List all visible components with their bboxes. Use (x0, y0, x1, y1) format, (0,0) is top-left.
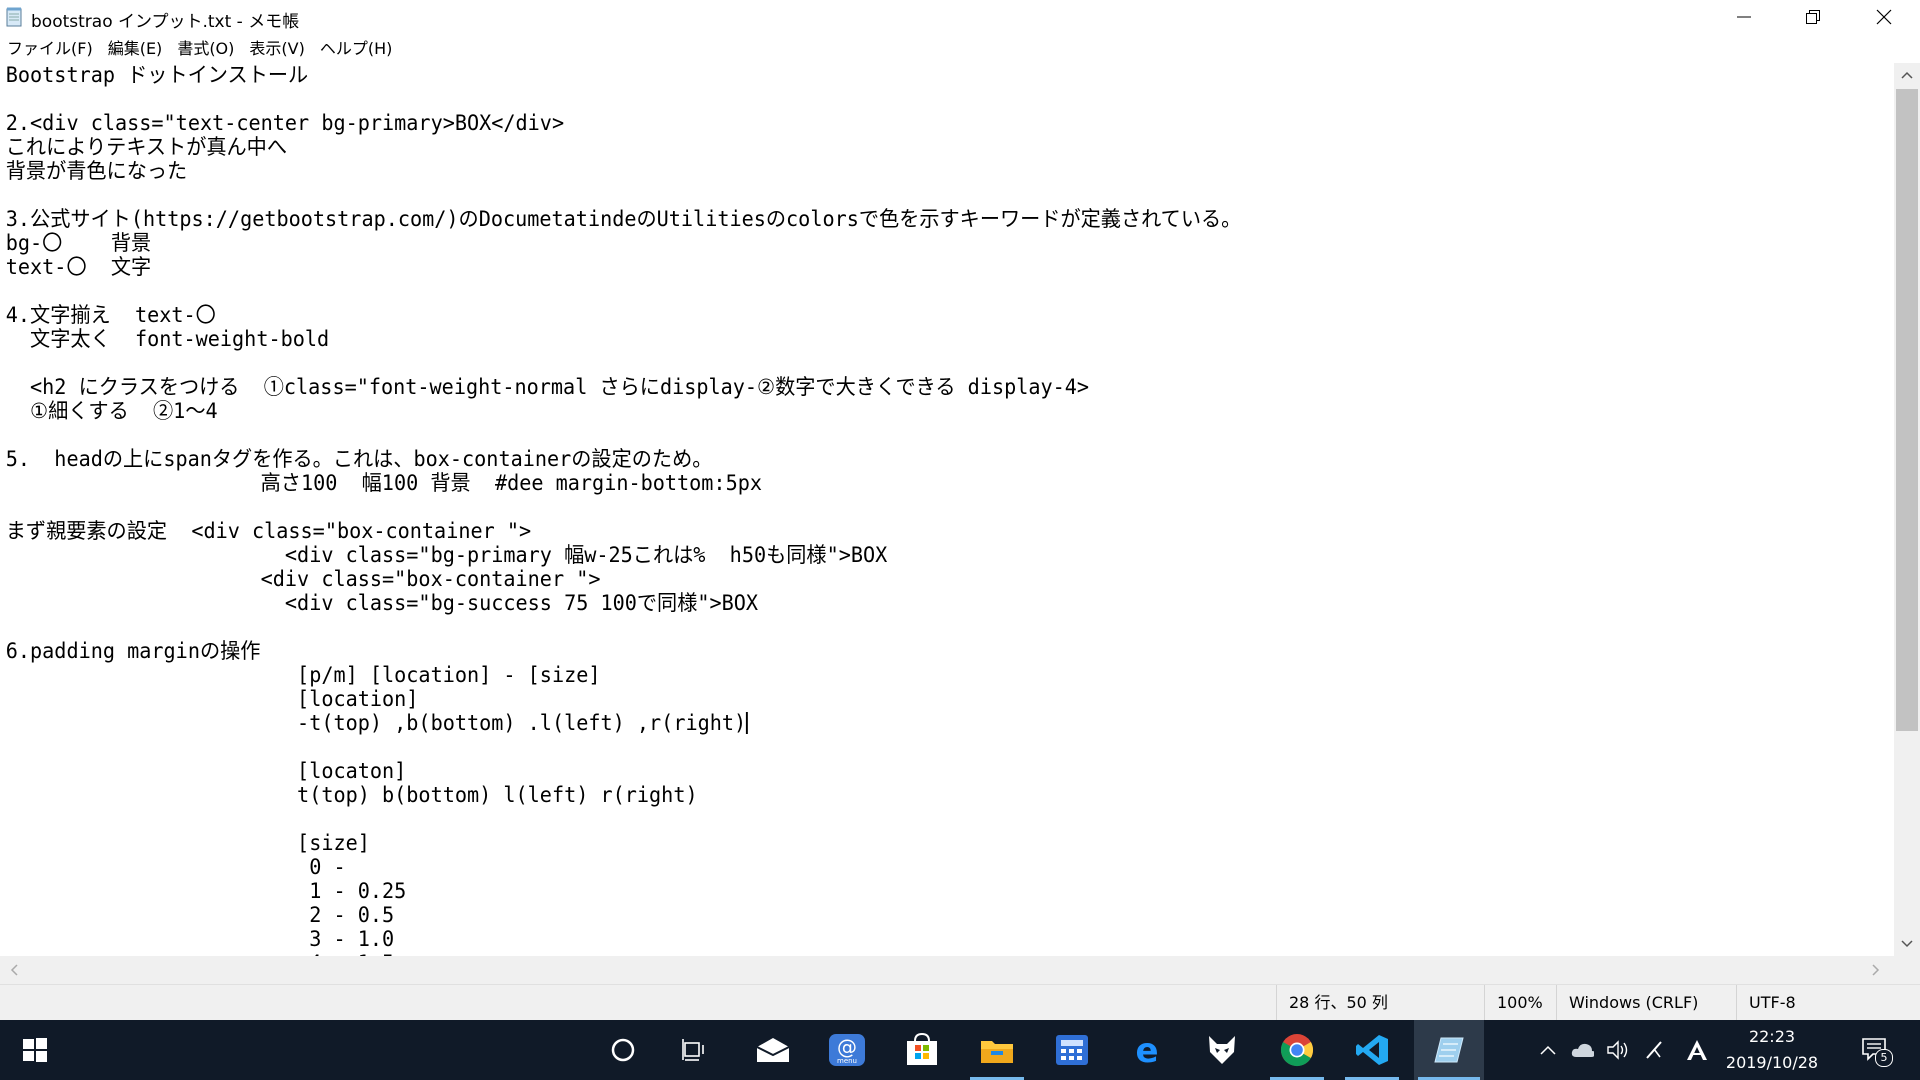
editor-line: ①細くする ②1～4 (5, 399, 218, 423)
minimize-button[interactable] (1709, 0, 1779, 34)
editor-line: -t(top) ,b(bottom) .l(left) ,r(right) (5, 711, 747, 735)
menu-help[interactable]: ヘルプ(H) (313, 36, 401, 62)
store-app[interactable] (891, 1020, 953, 1080)
editor-line: 2 - 0.5 (5, 903, 395, 927)
vertical-scroll-thumb[interactable] (1896, 89, 1918, 731)
vscode-app[interactable] (1341, 1020, 1403, 1080)
chrome-app[interactable] (1266, 1020, 1328, 1080)
editor-line: 3 - 1.0 (5, 927, 395, 951)
editor-line: <div class="bg-success 75 100で同様">BOX (5, 591, 759, 615)
chevron-up-icon[interactable] (1536, 1038, 1560, 1062)
scroll-left-icon[interactable] (2, 956, 26, 984)
mail-icon (756, 1038, 790, 1062)
zoom-level: 100% (1484, 985, 1544, 1021)
cortana-circle-icon (611, 1038, 635, 1062)
task-view-icon (682, 1039, 704, 1061)
menu-bar: ファイル(F) 編集(E) 書式(O) 表示(V) ヘルプ(H) (0, 36, 400, 62)
scroll-down-icon[interactable] (1894, 932, 1920, 956)
action-center-button[interactable]: 5 (1852, 1020, 1898, 1080)
editor-line: text-〇 文字 (5, 255, 152, 279)
editor-line: 6.padding marginの操作 (5, 639, 261, 663)
svg-text:@: @ (837, 1035, 857, 1059)
editor-line: <div class="bg-primary 幅w-25これは% h50も同様"… (5, 543, 888, 567)
vscode-icon (1356, 1035, 1388, 1065)
menu-edit[interactable]: 編集(E) (101, 36, 171, 62)
notification-count-badge: 5 (1875, 1049, 1893, 1067)
pen-icon[interactable] (1642, 1038, 1666, 1062)
close-icon (1876, 9, 1892, 25)
ime-a-icon[interactable] (1685, 1038, 1709, 1062)
editor-line: まず親要素の設定 <div class="box-container "> (5, 519, 532, 543)
clock-date: 2019/10/28 (1725, 1053, 1819, 1072)
line-ending: Windows (CRLF) (1556, 985, 1736, 1021)
editor-line: [size] (5, 831, 370, 855)
editor-line: 背景が青色になった (5, 159, 188, 183)
editor-line: [location] (5, 687, 419, 711)
notepad-icon (6, 7, 22, 27)
minimize-icon (1737, 16, 1751, 18)
svg-text:menu: menu (837, 1057, 857, 1065)
volume-icon[interactable] (1606, 1038, 1630, 1062)
file-explorer-app[interactable] (966, 1020, 1028, 1080)
start-button[interactable] (0, 1020, 70, 1080)
menu-format[interactable]: 書式(O) (170, 36, 242, 62)
menu-file[interactable]: ファイル(F) (0, 36, 101, 62)
status-bar: 28 行、50 列 100% Windows (CRLF) UTF-8 (0, 984, 1920, 1021)
edge-icon: e (1135, 1033, 1158, 1067)
horizontal-scrollbar[interactable] (0, 956, 1894, 984)
editor-line: [p/m] [location] - [size] (5, 663, 601, 687)
at-menu-icon: @ menu (829, 1034, 865, 1066)
editor-line: 5. headの上にspanタグを作る。これは、box-containerの設定… (5, 447, 713, 471)
chrome-icon (1280, 1034, 1314, 1067)
cursor-position: 28 行、50 列 (1276, 985, 1484, 1021)
onedrive-cloud-icon[interactable] (1570, 1038, 1594, 1062)
calculator-icon (1056, 1035, 1088, 1065)
editor-text[interactable]: Bootstrap ドットインストール 2.<div class="text-c… (0, 63, 1818, 956)
editor-line: t(top) b(bottom) l(left) r(right) (5, 783, 698, 807)
editor-line: Bootstrap ドットインストール (5, 63, 309, 87)
text-caret (746, 712, 749, 734)
editor-line: 高さ100 幅100 背景 #dee margin-bottom:5px (5, 471, 762, 495)
task-view-button[interactable] (665, 1020, 725, 1080)
close-button[interactable] (1849, 0, 1919, 34)
taskbar: @ menu e 22:23 2019/10/28 5 (0, 1020, 1920, 1080)
notepad-app[interactable] (1414, 1020, 1484, 1080)
svg-text:e: e (1135, 1033, 1158, 1067)
editor-line: 0 - (5, 855, 346, 879)
fox-icon (1209, 1036, 1235, 1064)
store-bag-icon (907, 1033, 937, 1065)
editor-line: [locaton] (5, 759, 407, 783)
windows-logo-icon (23, 1038, 47, 1062)
editor-line: <div class="box-container "> (5, 567, 601, 591)
editor-line: 文字太く font-weight-bold (5, 327, 330, 351)
fox-app[interactable] (1191, 1020, 1253, 1080)
editor-line: 3.公式サイト(https://getbootstrap.com/)のDocum… (5, 207, 1242, 231)
title-bar[interactable]: bootstrao インプット.txt - メモ帳 (0, 0, 1920, 34)
menu-app[interactable]: @ menu (816, 1020, 878, 1080)
editor-line: bg-〇 背景 (5, 231, 152, 255)
cortana-button[interactable] (593, 1020, 653, 1080)
scroll-up-icon[interactable] (1894, 63, 1920, 87)
encoding: UTF-8 (1736, 985, 1920, 1021)
vertical-scrollbar[interactable] (1894, 63, 1920, 956)
editor-line: 1 - 0.25 (5, 879, 407, 903)
notepad-icon (1434, 1037, 1464, 1063)
clock-time: 22:23 (1748, 1027, 1796, 1046)
restore-icon (1806, 10, 1820, 24)
calculator-app[interactable] (1041, 1020, 1103, 1080)
editor-line: 4.文字揃え text-〇 (5, 303, 216, 327)
mail-app[interactable] (742, 1020, 804, 1080)
menu-view[interactable]: 表示(V) (242, 36, 312, 62)
folder-icon (981, 1041, 1013, 1063)
scrollbar-corner (1894, 956, 1920, 984)
edge-app[interactable]: e (1116, 1020, 1178, 1080)
scroll-right-icon[interactable] (1864, 956, 1888, 984)
editor-line: 2.<div class="text-center bg-primary>BOX… (5, 111, 565, 135)
editor-line: これによりテキストが真ん中へ (5, 135, 287, 159)
text-editor[interactable]: Bootstrap ドットインストール 2.<div class="text-c… (0, 63, 1894, 956)
restore-button[interactable] (1778, 0, 1848, 34)
editor-line: <h2 にクラスをつける ①class="font-weight-normal … (5, 375, 1090, 399)
taskbar-clock[interactable]: 22:23 2019/10/28 (1722, 1024, 1822, 1076)
window-title: bootstrao インプット.txt - メモ帳 (31, 12, 300, 32)
